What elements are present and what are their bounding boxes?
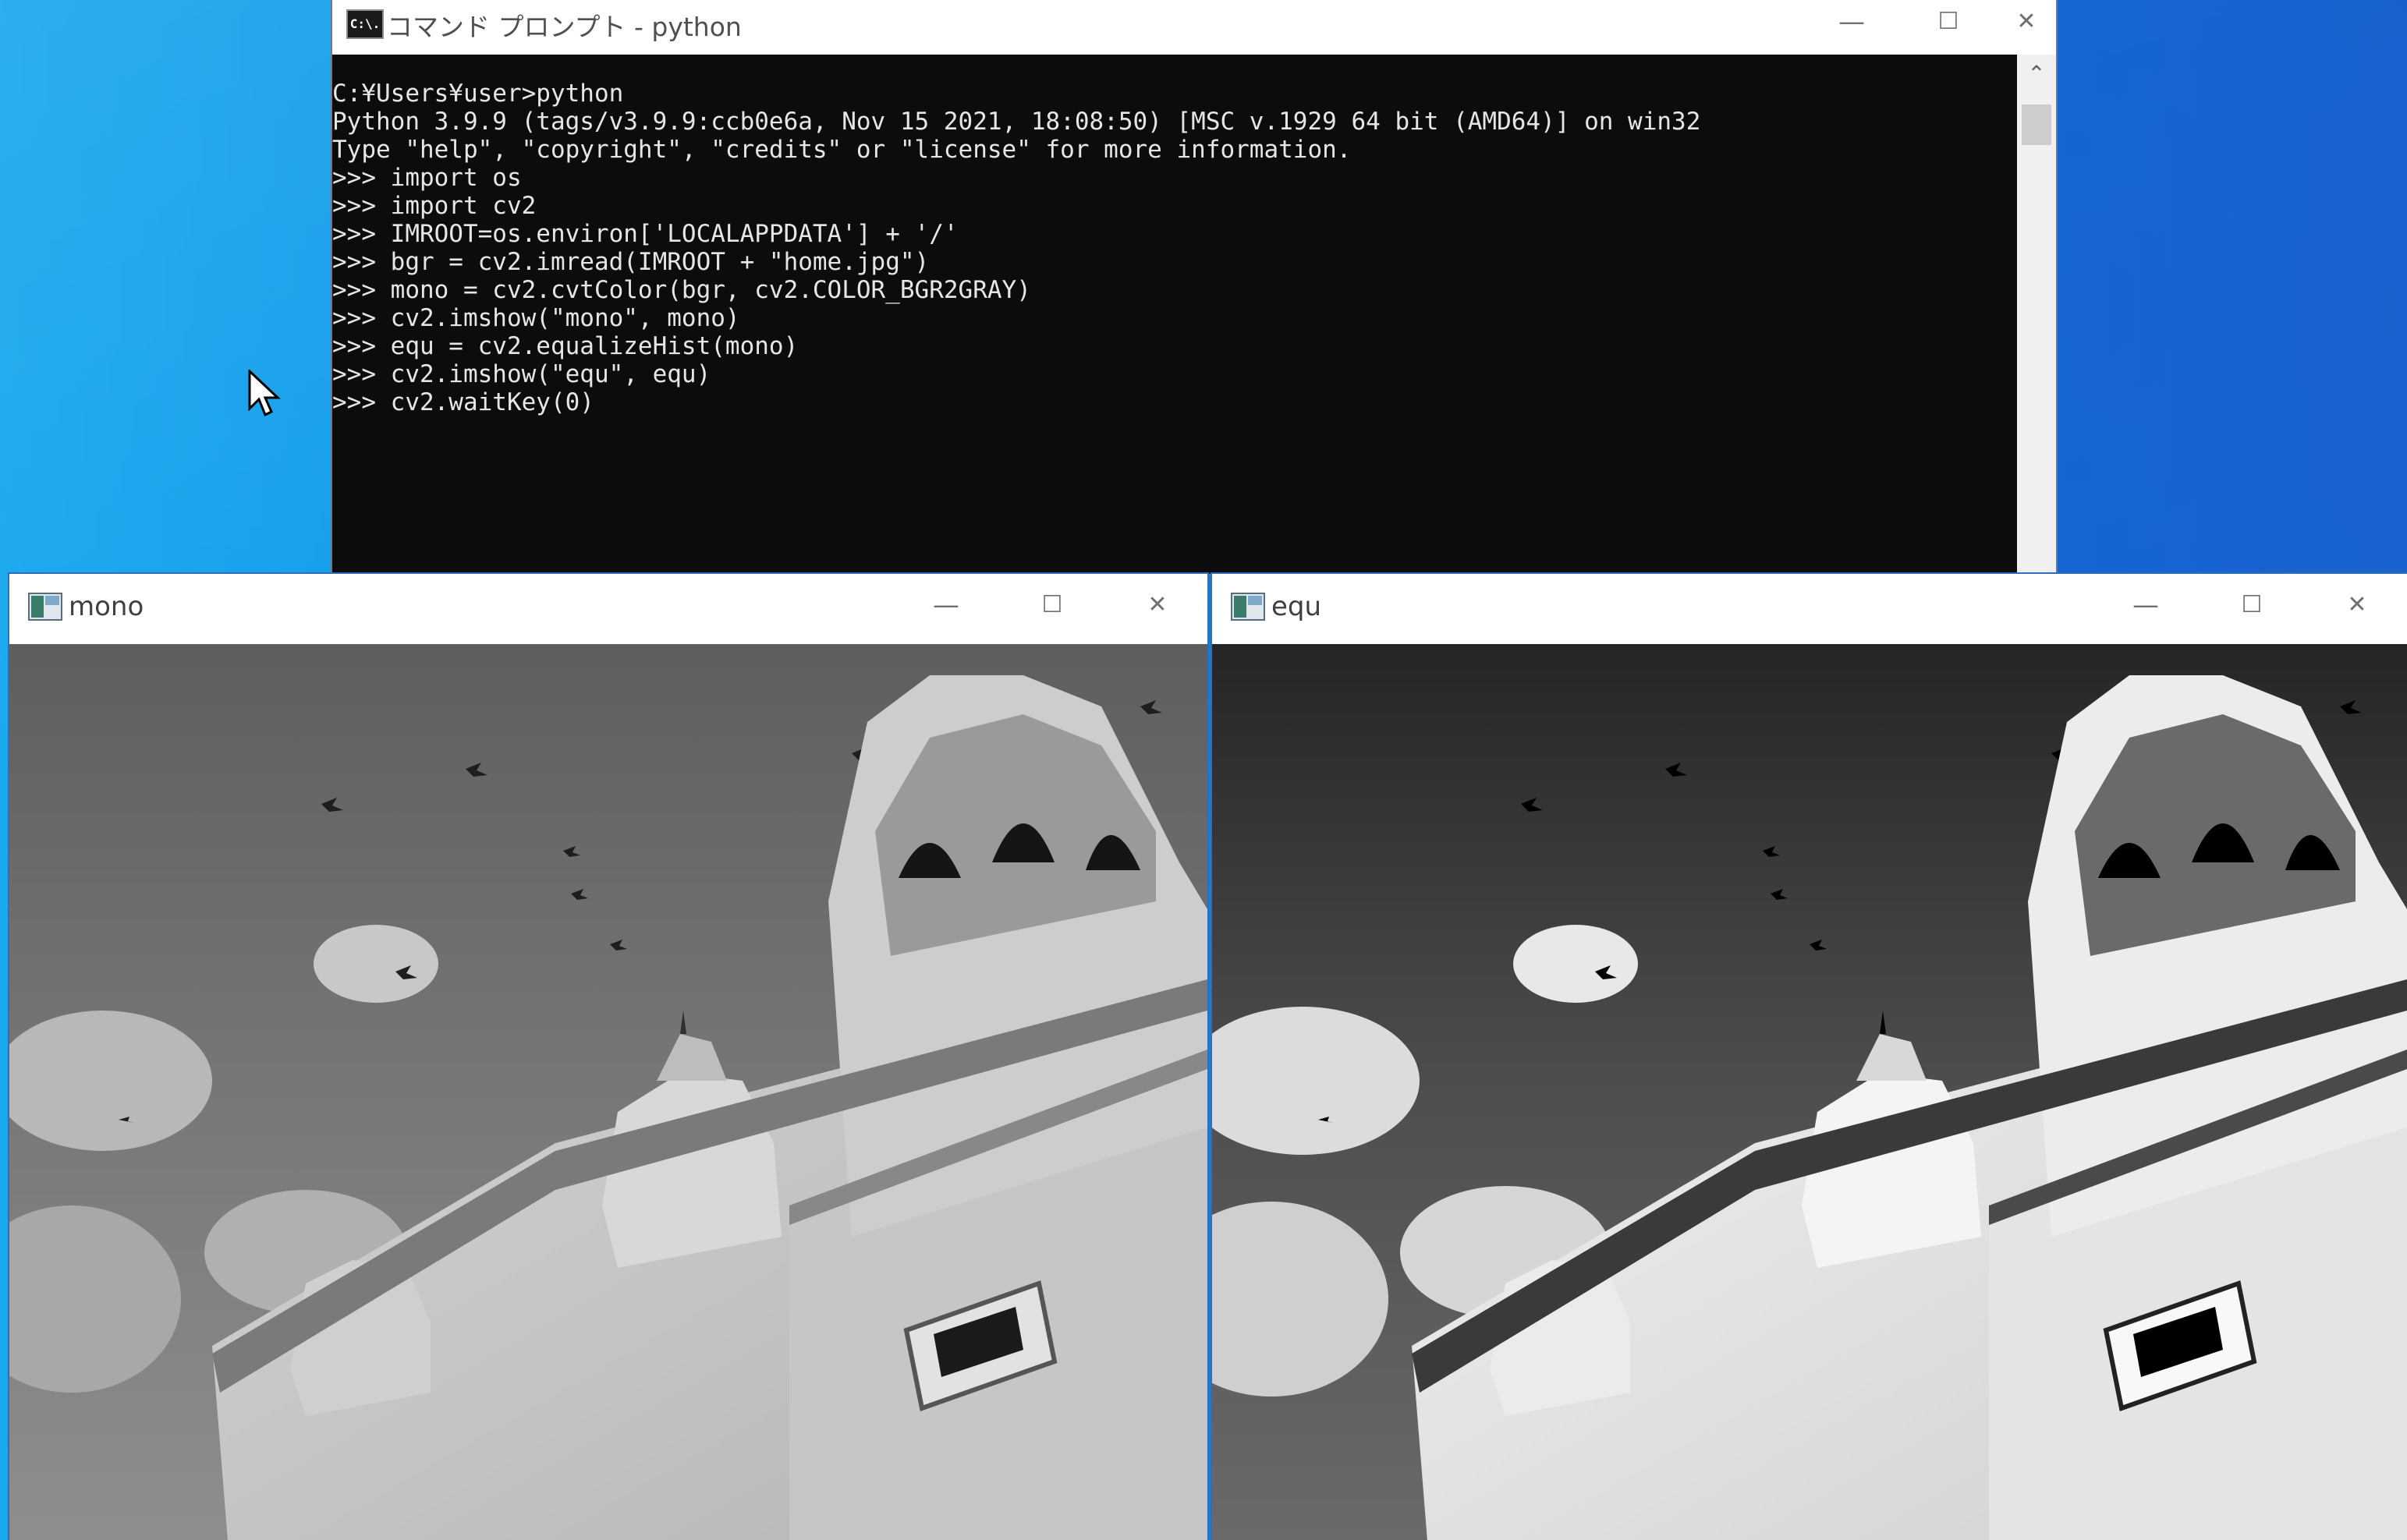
close-button[interactable]: ✕ <box>1108 583 1207 627</box>
minimize-button[interactable]: — <box>1803 0 1900 44</box>
scroll-thumb[interactable] <box>2022 104 2051 145</box>
mono-window-title: mono <box>69 591 144 622</box>
vertical-scrollbar[interactable]: ⌃ <box>2017 55 2056 574</box>
console-line: >>> mono = cv2.cvtColor(bgr, cv2.COLOR_B… <box>332 276 1031 304</box>
command-prompt-window[interactable]: C:\. コマンド プロンプト - python — ☐ ✕ C:¥Users¥… <box>332 0 2056 574</box>
image-window-icon <box>1231 593 1265 621</box>
maximize-button[interactable]: ☐ <box>2201 583 2302 627</box>
close-button[interactable]: ✕ <box>1997 0 2056 44</box>
equ-titlebar[interactable]: equ — ☐ ✕ <box>1212 574 2407 643</box>
close-button[interactable]: ✕ <box>2307 583 2407 627</box>
console-line: >>> import os <box>332 164 522 192</box>
console-line: >>> cv2.waitKey(0) <box>332 388 594 416</box>
scroll-up-button[interactable]: ⌃ <box>2017 55 2056 94</box>
mono-image-window[interactable]: mono — ☐ ✕ <box>9 574 1207 1540</box>
minimize-button[interactable]: — <box>895 583 997 627</box>
console-line: >>> equ = cv2.equalizeHist(mono) <box>332 332 799 360</box>
maximize-button[interactable]: ☐ <box>1001 583 1103 627</box>
console-output[interactable]: C:¥Users¥user>python Python 3.9.9 (tags/… <box>332 55 2017 574</box>
mono-image <box>9 644 1207 1540</box>
mono-titlebar[interactable]: mono — ☐ ✕ <box>9 574 1207 643</box>
console-line: Type "help", "copyright", "credits" or "… <box>332 136 1352 164</box>
equ-window-title: equ <box>1271 591 1322 622</box>
console-line: >>> bgr = cv2.imread(IMROOT + "home.jpg"… <box>332 248 930 276</box>
console-line: >>> import cv2 <box>332 192 537 220</box>
cmd-icon: C:\. <box>346 9 384 39</box>
console-line: >>> cv2.imshow("mono", mono) <box>332 304 740 332</box>
console-line: >>> IMROOT=os.environ['LOCALAPPDATA'] + … <box>332 220 959 248</box>
equ-image <box>1212 644 2407 1540</box>
cmd-window-title: コマンド プロンプト - python <box>387 12 742 42</box>
console-line: >>> cv2.imshow("equ", equ) <box>332 360 711 388</box>
equ-image-window[interactable]: equ — ☐ ✕ <box>1212 574 2407 1540</box>
image-window-icon <box>28 593 62 621</box>
cmd-titlebar[interactable]: C:\. コマンド プロンプト - python — ☐ ✕ <box>332 0 2056 55</box>
minimize-button[interactable]: — <box>2095 583 2196 627</box>
mouse-pointer-icon <box>248 368 282 423</box>
console-line: C:¥Users¥user>python <box>332 80 624 108</box>
console-text: C:¥Users¥user>python Python 3.9.9 (tags/… <box>332 55 2017 416</box>
console-line: Python 3.9.9 (tags/v3.9.9:ccb0e6a, Nov 1… <box>332 108 1701 136</box>
maximize-button[interactable]: ☐ <box>1900 0 1997 44</box>
